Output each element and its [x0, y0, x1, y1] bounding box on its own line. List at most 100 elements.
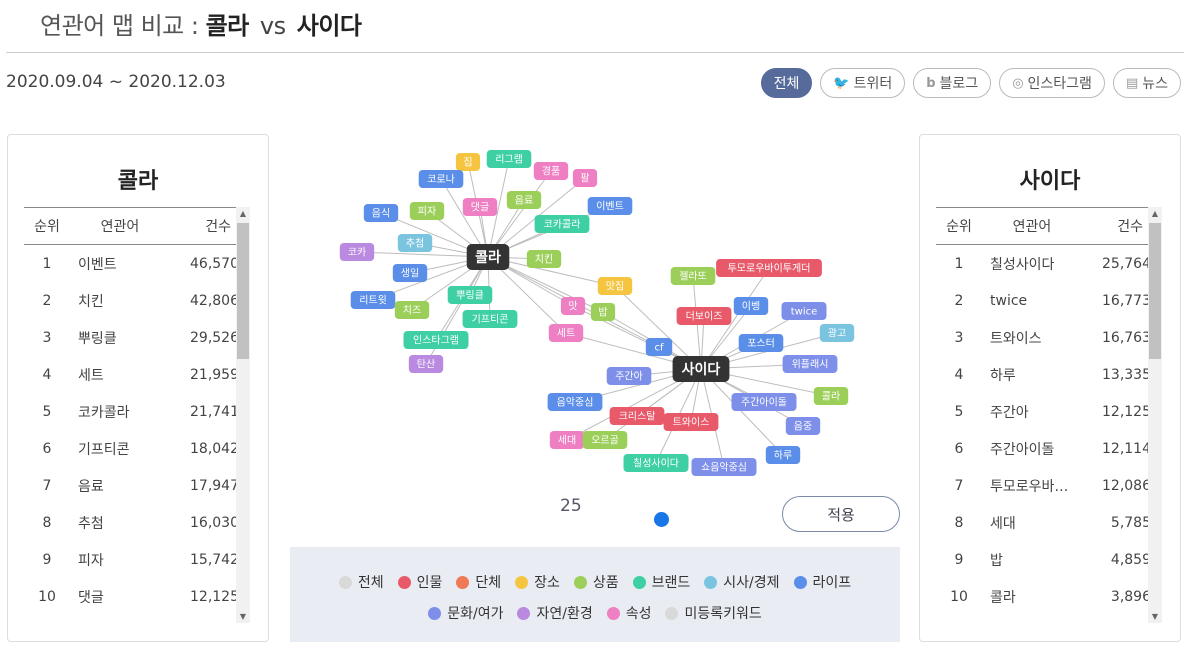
table-row[interactable]: 5 코카콜라 21,741 — [24, 393, 239, 430]
table-row[interactable]: 9 밥 4,859 — [936, 541, 1151, 578]
graph-node[interactable]: 이벤트 — [587, 197, 633, 215]
legend-item[interactable]: 단체 — [456, 572, 501, 592]
filter-blog-button[interactable]: b 블로그 — [913, 68, 992, 98]
graph-node[interactable]: 음악중심 — [547, 393, 603, 411]
table-row[interactable]: 1 칠성사이다 25,764 — [936, 245, 1151, 282]
date-range: 2020.09.04 ~ 2020.12.03 — [6, 72, 226, 92]
graph-node[interactable]: 집 — [455, 153, 481, 171]
legend-item[interactable]: 장소 — [515, 572, 560, 592]
graph-node[interactable]: 치킨 — [526, 250, 562, 268]
table-row[interactable]: 6 주간아이돌 12,114 — [936, 430, 1151, 467]
graph-node[interactable]: 경품 — [533, 162, 569, 180]
table-row[interactable]: 8 추첨 16,030 — [24, 504, 239, 541]
graph-node[interactable]: 코카콜라 — [534, 215, 590, 233]
table-row[interactable]: 2 치킨 42,806 — [24, 282, 239, 319]
scroll-thumb[interactable] — [1149, 223, 1161, 359]
table-row[interactable]: 3 트와이스 16,763 — [936, 319, 1151, 356]
legend-item[interactable]: 인물 — [397, 572, 442, 592]
table-row[interactable]: 4 세트 21,959 — [24, 356, 239, 393]
graph-node[interactable]: 치즈 — [394, 301, 430, 319]
left-panel-title: 콜라 — [117, 169, 159, 194]
graph-node[interactable]: 쇼음악중심 — [691, 458, 757, 476]
scroll-down-icon[interactable]: ▼ — [236, 612, 250, 621]
table-row[interactable]: 5 주간아 12,125 — [936, 393, 1151, 430]
slider-handle[interactable] — [654, 512, 669, 527]
graph-hub-node[interactable]: 콜라 — [466, 244, 510, 270]
table-row[interactable]: 4 하루 13,335 — [936, 356, 1151, 393]
table-row[interactable]: 3 뿌링클 29,526 — [24, 319, 239, 356]
graph-node[interactable]: 밥 — [590, 303, 616, 321]
graph-node[interactable]: 광고 — [819, 324, 855, 342]
legend-item[interactable]: 브랜드 — [632, 572, 690, 592]
graph-node[interactable]: 칠성사이다 — [623, 454, 689, 472]
table-row[interactable]: 1 이벤트 46,570 — [24, 245, 239, 282]
graph-node[interactable]: 콜라 — [813, 387, 849, 405]
table-row[interactable]: 8 세대 5,785 — [936, 504, 1151, 541]
graph-node[interactable]: 오르골 — [582, 431, 628, 449]
graph-node[interactable]: 리그램 — [486, 150, 532, 168]
graph-node[interactable]: 생일 — [392, 264, 428, 282]
graph-node[interactable]: 위플래시 — [782, 355, 838, 373]
table-row[interactable]: 2 twice 16,773 — [936, 282, 1151, 319]
graph-node[interactable]: 코카 — [339, 243, 375, 261]
graph-node[interactable]: 포스터 — [738, 334, 784, 352]
graph-node[interactable]: 하루 — [765, 446, 801, 464]
graph-node[interactable]: 기프티콘 — [462, 310, 518, 328]
scroll-thumb[interactable] — [237, 223, 249, 359]
left-ranking-table: 순위 연관어 건수 1 이벤트 46,570 2 치킨 42,806 3 뿌링클 29,526 4… — [24, 207, 239, 615]
graph-node[interactable]: 음료 — [506, 191, 542, 209]
legend-item[interactable]: 미등록키워드 — [665, 603, 762, 623]
graph-node[interactable]: 인스타그램 — [403, 331, 469, 349]
graph-node[interactable]: 더보이즈 — [676, 307, 732, 325]
graph-node[interactable]: cf — [645, 338, 673, 356]
right-scrollbar[interactable]: ▲ ▼ — [1148, 207, 1162, 623]
graph-node[interactable]: 맛집 — [597, 277, 633, 295]
table-row[interactable]: 7 투모로우바… 12,086 — [936, 467, 1151, 504]
filter-news-button[interactable]: ▤ 뉴스 — [1112, 68, 1181, 98]
graph-node[interactable]: 트와이스 — [663, 413, 719, 431]
scroll-up-icon[interactable]: ▲ — [1148, 209, 1162, 218]
graph-node[interactable]: 주간아이돌 — [731, 393, 797, 411]
graph-node[interactable]: 젤라또 — [670, 267, 716, 285]
graph-node[interactable]: 세트 — [548, 324, 584, 342]
table-row[interactable]: 9 피자 15,742 — [24, 541, 239, 578]
graph-node[interactable]: 댓글 — [462, 198, 498, 216]
graph-node[interactable]: 투모로우바이투게더 — [716, 259, 822, 277]
graph-node[interactable]: 코로나 — [418, 170, 464, 188]
legend-item[interactable]: 속성 — [606, 603, 651, 623]
graph-node[interactable]: 뿌링클 — [447, 286, 493, 304]
scroll-down-icon[interactable]: ▼ — [1148, 612, 1162, 621]
legend-item[interactable]: 상품 — [573, 572, 619, 592]
graph-node[interactable]: 팔 — [572, 169, 598, 187]
table-row[interactable]: 6 기프티콘 18,042 — [24, 430, 239, 467]
legend-item[interactable]: 자연/환경 — [517, 603, 593, 623]
graph-node[interactable]: 음식 — [363, 204, 399, 222]
graph-node[interactable]: 맛 — [560, 297, 586, 315]
filter-all-button[interactable]: 전체 — [760, 68, 813, 98]
table-row[interactable]: 7 음료 17,947 — [24, 467, 239, 504]
legend-item[interactable]: 라이프 — [793, 572, 851, 592]
graph-node[interactable]: 크리스탈 — [609, 407, 665, 425]
cell-word: 하루 — [990, 367, 1016, 384]
table-row[interactable]: 10 댓글 12,125 — [24, 578, 239, 615]
graph-node[interactable]: 음중 — [785, 417, 821, 435]
graph-node[interactable]: 주간아 — [606, 367, 652, 385]
filter-instagram-button[interactable]: ◎ 인스타그램 — [999, 68, 1105, 98]
graph-node[interactable]: 피자 — [409, 202, 445, 220]
graph-node[interactable]: 리트윗 — [350, 291, 396, 309]
legend-item[interactable]: 시사/경제 — [704, 572, 780, 592]
table-row[interactable]: 10 콜라 3,896 — [936, 578, 1151, 615]
graph-node[interactable]: 탄산 — [408, 355, 444, 373]
graph-hub-node[interactable]: 사이다 — [672, 356, 730, 382]
cell-count: 25,764 — [1102, 255, 1151, 272]
graph-node[interactable]: 세대 — [549, 431, 585, 449]
legend-item[interactable]: 문화/여가 — [428, 603, 503, 623]
graph-node[interactable]: 추첨 — [397, 234, 433, 252]
left-scrollbar[interactable]: ▲ ▼ — [236, 207, 250, 623]
graph-node[interactable]: 이벵 — [733, 297, 769, 315]
filter-twitter-button[interactable]: 🐦 트위터 — [820, 68, 906, 98]
scroll-up-icon[interactable]: ▲ — [236, 209, 250, 218]
apply-button[interactable]: 적용 — [782, 496, 900, 532]
graph-node[interactable]: twice — [781, 302, 827, 320]
legend-item[interactable]: 전체 — [338, 572, 384, 592]
